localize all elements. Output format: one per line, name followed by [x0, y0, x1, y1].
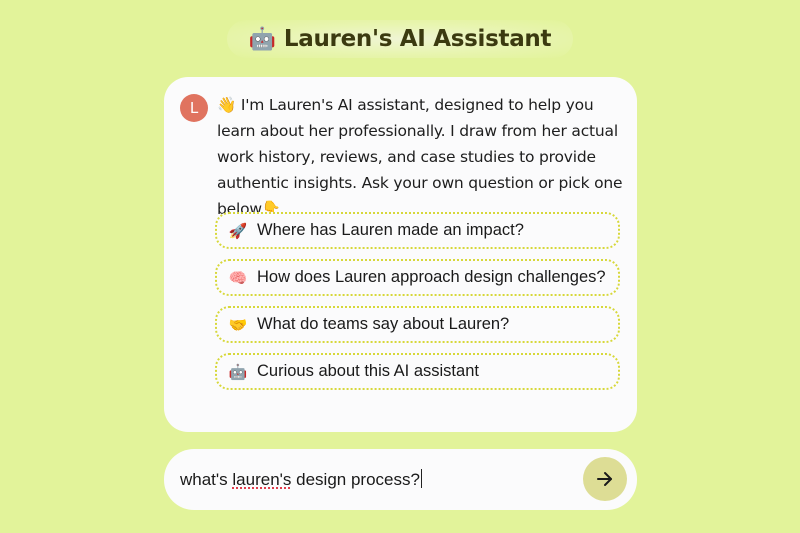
- send-button[interactable]: [583, 457, 627, 501]
- chat-input[interactable]: what's lauren's design process?: [180, 469, 422, 490]
- avatar: L: [180, 94, 208, 122]
- handshake-icon: 🤝: [228, 316, 248, 334]
- suggestion-impact-button[interactable]: 🚀 Where has Lauren made an impact?: [215, 212, 620, 249]
- chat-input-bar: what's lauren's design process?: [164, 449, 637, 510]
- robot-icon: 🤖: [248, 26, 276, 52]
- input-text-misspelled: lauren's: [232, 470, 292, 489]
- page-title: 🤖 Lauren's AI Assistant: [226, 20, 574, 58]
- header: 🤖 Lauren's AI Assistant: [0, 20, 800, 58]
- robot-icon: 🤖: [228, 363, 248, 381]
- suggestion-list: 🚀 Where has Lauren made an impact? 🧠 How…: [215, 212, 620, 390]
- assistant-message: 👋 I'm Lauren's AI assistant, designed to…: [217, 96, 623, 218]
- page-title-text: Lauren's AI Assistant: [283, 26, 552, 52]
- suggestion-label: Curious about this AI assistant: [257, 362, 479, 380]
- chat-card: L 👋 I'm Lauren's AI assistant, designed …: [164, 77, 637, 432]
- arrow-right-icon: [597, 472, 612, 486]
- brain-icon: 🧠: [228, 269, 248, 287]
- suggestion-label: Where has Lauren made an impact?: [257, 221, 524, 239]
- suggestion-ai-assistant-button[interactable]: 🤖 Curious about this AI assistant: [215, 353, 620, 390]
- suggestion-teams-button[interactable]: 🤝 What do teams say about Lauren?: [215, 306, 620, 343]
- suggestion-label: How does Lauren approach design challeng…: [257, 268, 606, 286]
- input-text-prefix: what's: [180, 470, 233, 489]
- suggestion-label: What do teams say about Lauren?: [257, 315, 510, 333]
- suggestion-design-approach-button[interactable]: 🧠 How does Lauren approach design challe…: [215, 259, 620, 296]
- text-caret: [420, 469, 422, 488]
- input-text-suffix: design process?: [291, 470, 420, 489]
- rocket-icon: 🚀: [228, 222, 248, 240]
